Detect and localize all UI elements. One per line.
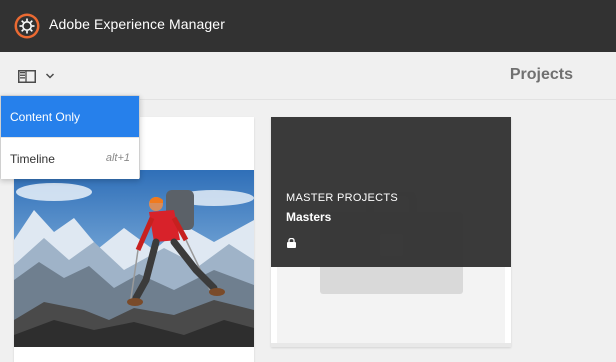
master-projects-card[interactable]: MASTER PROJECTS Masters <box>271 117 511 347</box>
top-bar: Adobe Experience Manager <box>0 0 616 52</box>
menu-item-label: Content Only <box>10 110 81 124</box>
card-type-label: MASTER PROJECTS <box>286 192 399 204</box>
keyboard-shortcut: alt+1 <box>105 152 130 164</box>
lock-icon <box>287 238 296 248</box>
hiker-mountain-photo <box>14 170 254 347</box>
card-title: Masters <box>286 210 332 224</box>
view-switcher-menu: Content Only Timeline alt+1 <box>0 95 140 179</box>
chevron-down-icon <box>45 73 55 79</box>
rail-toggle-button[interactable] <box>14 64 60 88</box>
page-title: Projects <box>509 66 573 83</box>
rail-panel-icon <box>18 70 36 83</box>
menu-item-timeline[interactable]: Timeline alt+1 <box>1 138 139 179</box>
action-bar: Projects <box>0 52 616 100</box>
app-title: Adobe Experience Manager <box>49 16 225 32</box>
aem-logo-icon[interactable] <box>14 13 40 39</box>
card-bottom-bar <box>271 343 511 347</box>
menu-item-content-only[interactable]: Content Only <box>1 96 139 137</box>
menu-item-label: Timeline <box>10 152 55 166</box>
